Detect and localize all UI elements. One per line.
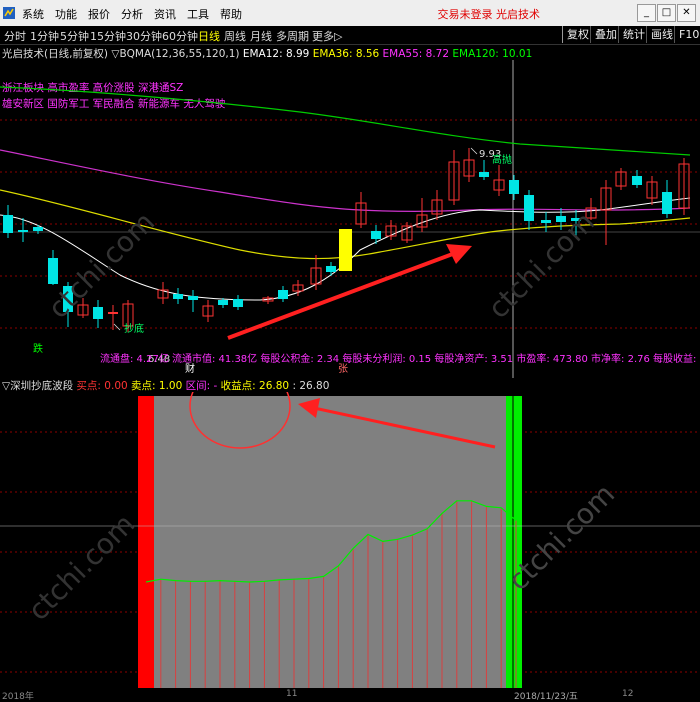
- menu-quote[interactable]: 报价: [88, 6, 110, 22]
- stock-title: 光启技术(日线,前复权): [2, 48, 109, 60]
- candle: [326, 262, 336, 276]
- toolbar-restore-rights[interactable]: 复权: [562, 26, 593, 43]
- period-timeshare[interactable]: 分时: [4, 28, 26, 44]
- period-more[interactable]: 更多▷: [312, 28, 342, 44]
- time-axis: 2018年 11 2018/11/23/五 12: [0, 689, 700, 702]
- candlestick-chart[interactable]: 9.93 高抛 抄底 6.48 跌 财 张 流通盘: 4.27亿 流通市值: 4…: [0, 60, 700, 378]
- marker-drop: 跌: [33, 342, 43, 355]
- candle: [541, 212, 551, 232]
- candle: [416, 198, 428, 232]
- candle: [678, 158, 690, 215]
- lower-panel-header: ▽深圳抄底波段 买点: 0.00 卖点: 1.00 区间: - 收益点: 26.…: [2, 378, 329, 392]
- candle: [479, 160, 489, 180]
- axis-month-11: 11: [286, 689, 298, 699]
- candle: [615, 168, 627, 190]
- period-5min[interactable]: 5分钟: [60, 28, 89, 44]
- candle: [646, 176, 658, 205]
- high-annotation: 9.93 高抛: [470, 147, 512, 166]
- axis-month-12: 12: [622, 689, 634, 699]
- app-logo-icon: [3, 7, 15, 19]
- period-weekly[interactable]: 周线: [224, 28, 246, 44]
- maximize-button[interactable]: □: [657, 4, 676, 22]
- period-30min[interactable]: 30分钟: [126, 28, 162, 44]
- period-multi[interactable]: 多周期: [276, 28, 309, 44]
- candle: [401, 222, 413, 243]
- candle: [493, 165, 505, 196]
- candle: [18, 218, 28, 242]
- chevron-right-icon: ▷: [334, 30, 343, 43]
- period-daily[interactable]: 日线: [198, 28, 220, 44]
- candle: [33, 225, 43, 234]
- login-status-text: 交易未登录: [437, 8, 493, 21]
- menu-tools[interactable]: 工具: [187, 6, 209, 22]
- low-buy-note: 抄底: [124, 322, 144, 335]
- period-60min[interactable]: 60分钟: [162, 28, 198, 44]
- period-1min[interactable]: 1分钟: [30, 28, 59, 44]
- period-monthly[interactable]: 月线: [250, 28, 272, 44]
- candle: [662, 180, 672, 218]
- period-more-label: 更多: [312, 30, 334, 43]
- period-15min[interactable]: 15分钟: [90, 28, 126, 44]
- candle: [278, 286, 288, 302]
- candle: [233, 295, 243, 310]
- indicator-info-line: 光启技术(日线,前复权) ▽BQMA(12,36,55,120,1) EMA12…: [2, 46, 700, 60]
- candle: [173, 288, 183, 304]
- menu-function[interactable]: 功能: [55, 6, 77, 22]
- menu-system[interactable]: 系统: [22, 6, 44, 22]
- buy-signal-bar: [138, 396, 154, 688]
- lower-indicator-name[interactable]: ▽深圳抄底波段: [2, 380, 73, 392]
- brand-title: 光启技术: [496, 8, 540, 21]
- menu-bar: 系统 功能 报价 分析 资讯 工具 帮助 交易未登录 光启技术 _ □ ✕: [0, 0, 700, 27]
- ema55-line: [0, 149, 691, 213]
- watermark: ctchi.com: [482, 205, 602, 325]
- high-sell-note: 高抛: [492, 153, 512, 166]
- ema120-value: EMA120: 10.01: [452, 48, 533, 60]
- candle: [600, 180, 612, 245]
- axis-year-label: 2018年: [2, 692, 34, 702]
- toolbar-draw-line[interactable]: 画线: [646, 26, 677, 43]
- candle: [93, 300, 103, 328]
- range-label: 区间: -: [185, 380, 218, 392]
- login-status[interactable]: 交易未登录 光启技术: [438, 6, 541, 22]
- sell-signal-bar: [506, 396, 522, 688]
- profit-value: : 26.80: [292, 380, 330, 392]
- toolbar-statistics[interactable]: 统计: [618, 26, 649, 43]
- toolbar-f10[interactable]: F10: [674, 26, 700, 43]
- sell-point: 卖点: 1.00: [131, 380, 183, 392]
- candle: [157, 282, 169, 304]
- menu-help[interactable]: 帮助: [220, 6, 242, 22]
- ema55-value: EMA55: 8.72: [382, 48, 450, 60]
- finance-info-line: 流通盘: 4.27亿 流通市值: 41.38亿 每股公积金: 2.34 每股未分…: [100, 352, 700, 365]
- toolbar-overlay[interactable]: 叠加: [590, 26, 621, 43]
- candle-highlight: [339, 229, 352, 271]
- indicator-name[interactable]: ▽BQMA(12,36,55,120,1): [111, 48, 239, 60]
- candle: [371, 225, 381, 244]
- menu-analysis[interactable]: 分析: [121, 6, 143, 22]
- ema120-line: [0, 86, 691, 156]
- candle: [310, 255, 322, 290]
- candle: [202, 300, 214, 322]
- watermark: ctchi.com: [22, 507, 142, 627]
- axis-cursor-date: 2018/11/23/五: [514, 689, 578, 702]
- candle: [509, 175, 519, 200]
- ema12-value: EMA12: 8.99: [242, 48, 310, 60]
- candle: [463, 148, 475, 182]
- profit-point: 收益点: 26.80: [220, 380, 290, 392]
- candle: [188, 290, 198, 312]
- candle: [632, 170, 642, 188]
- candle: [448, 150, 460, 205]
- lower-indicator-chart[interactable]: ctchi.com ctchi.com: [0, 392, 700, 690]
- menu-news[interactable]: 资讯: [154, 6, 176, 22]
- minimize-button[interactable]: _: [637, 4, 656, 22]
- buy-point: 买点: 0.00: [76, 380, 128, 392]
- candle: [3, 205, 13, 238]
- ema36-value: EMA36: 8.56: [312, 48, 380, 60]
- candle: [431, 190, 443, 220]
- candle: [48, 250, 58, 285]
- close-button[interactable]: ✕: [677, 4, 696, 22]
